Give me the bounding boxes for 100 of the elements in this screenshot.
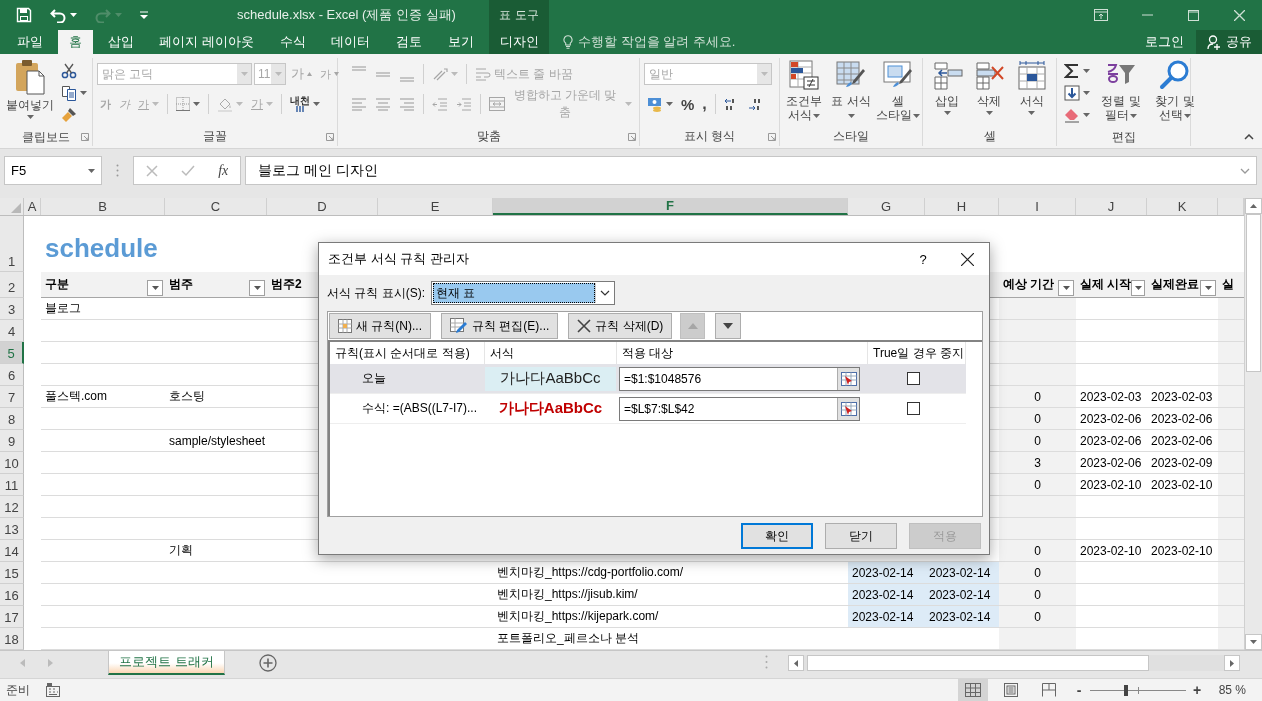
row-header[interactable]: 17 <box>0 606 24 628</box>
merge-cells-icon <box>489 97 505 111</box>
stop-if-true-checkbox[interactable] <box>906 372 920 385</box>
row-header[interactable]: 15 <box>0 562 24 584</box>
name-box[interactable]: F5 <box>4 156 102 185</box>
cell-styles-button[interactable]: 셀 스타일 <box>875 58 922 126</box>
rule-row[interactable]: 오늘 가나다AaBbCc =$1:$1048576 <box>330 364 966 394</box>
up-arrow-icon <box>307 72 312 76</box>
column-header[interactable]: J <box>1076 198 1147 215</box>
new-button[interactable]: 새 규칙(N)... <box>329 313 431 339</box>
zoom-level[interactable]: 85 % <box>1204 683 1246 697</box>
tell-me-field[interactable]: 수행할 작업을 알려 주세요. <box>549 30 736 54</box>
insert-cells-button[interactable]: 삽입 <box>929 58 966 126</box>
ribbon-tab[interactable]: 홈 <box>57 30 93 54</box>
column-header[interactable]: F <box>493 198 848 215</box>
delete-button[interactable]: 규칙 삭제(D) <box>568 313 673 339</box>
ribbon-tab[interactable]: 보기 <box>437 30 485 54</box>
scrollbar-thumb[interactable] <box>1246 214 1261 372</box>
column-header[interactable]: A <box>24 198 41 215</box>
rule-row[interactable]: 수식: =(ABS((L7-I7)... 가나다AaBbCc =$L$7:$L$42 <box>330 394 966 424</box>
zoom-in-button[interactable]: + <box>1190 682 1204 698</box>
row-header[interactable]: 14 <box>0 540 24 562</box>
row-header[interactable]: 4 <box>0 320 24 342</box>
column-header[interactable]: G <box>848 198 925 215</box>
share-button[interactable]: 공유 <box>1196 30 1262 54</box>
edit-button[interactable]: 규칙 편집(E)... <box>441 313 559 339</box>
table-cell: 2023-02-14 <box>925 606 999 628</box>
rule-scope-dropdown[interactable]: 현재 표 <box>431 281 615 305</box>
column-header[interactable]: D <box>267 198 378 215</box>
dialog-button[interactable]: 확인 <box>741 523 813 549</box>
scroll-down-button[interactable] <box>1245 634 1262 650</box>
row-header[interactable]: 9 <box>0 430 24 452</box>
ribbon-tab[interactable]: 파일 <box>6 30 54 54</box>
caret-icon <box>1130 114 1137 119</box>
filter-button[interactable] <box>249 279 265 296</box>
help-button[interactable]: ? <box>901 243 945 275</box>
zoom-out-button[interactable]: - <box>1072 682 1086 698</box>
ribbon-tab[interactable]: 삽입 <box>96 30 145 54</box>
column-header[interactable]: K <box>1147 198 1218 215</box>
scroll-right-button[interactable] <box>1224 655 1240 671</box>
row-header[interactable]: 16 <box>0 584 24 606</box>
insert-cells-icon <box>931 59 964 91</box>
undo-icon <box>50 7 66 23</box>
filter-button[interactable] <box>1131 279 1145 296</box>
row-header[interactable]: 6 <box>0 364 24 386</box>
row-header[interactable]: 8 <box>0 408 24 430</box>
sheet-tab[interactable]: 프로젝트 트래커 <box>108 651 225 675</box>
formula-field[interactable]: 블로그 메인 디자인 <box>245 156 1257 185</box>
down-button[interactable] <box>715 313 742 339</box>
ribbon-tab[interactable]: 페이지 레이아웃 <box>148 30 265 54</box>
zoom-slider[interactable] <box>1090 683 1186 697</box>
find-select-button[interactable]: 찾기 및 선택 <box>1149 58 1201 128</box>
insert-function-button[interactable]: fx <box>218 162 229 179</box>
row-header[interactable]: 10 <box>0 452 24 474</box>
format-cells-button[interactable]: 서식 <box>1013 58 1050 126</box>
row-header[interactable]: 11 <box>0 474 24 496</box>
ribbon-tab[interactable]: 수식 <box>268 30 317 54</box>
filter-button[interactable] <box>1200 279 1216 296</box>
row-header[interactable]: 2 <box>0 272 24 298</box>
row-header[interactable]: 13 <box>0 518 24 540</box>
filter-button[interactable] <box>1058 279 1074 296</box>
view-button[interactable] <box>958 679 988 701</box>
range-picker-button[interactable] <box>837 367 859 390</box>
format-as-table-button[interactable]: 표 서식 <box>828 58 874 126</box>
close-icon <box>960 252 974 266</box>
column-header[interactable]: B <box>41 198 165 215</box>
dialog-button[interactable]: 닫기 <box>825 523 897 549</box>
caret-icon <box>451 72 458 76</box>
conditional-formatting-button[interactable]: 조건부 서식 <box>780 58 827 126</box>
row-header[interactable]: 5 <box>0 342 24 364</box>
row-header[interactable]: 12 <box>0 496 24 518</box>
stop-if-true-checkbox[interactable] <box>906 402 920 415</box>
sort-filter-button[interactable]: 정렬 및 필터 <box>1095 58 1147 128</box>
column-header[interactable]: I <box>999 198 1076 215</box>
align-left-icon <box>351 97 367 111</box>
ribbon-tab[interactable]: 데이터 <box>320 30 382 54</box>
ribbon-tab[interactable]: 디자인 <box>489 30 549 54</box>
column-header[interactable]: H <box>925 198 999 215</box>
column-header[interactable]: C <box>165 198 267 215</box>
collapse-ribbon-button[interactable] <box>1244 134 1254 140</box>
scroll-left-button[interactable] <box>788 655 804 671</box>
login-link[interactable]: 로그인 <box>1133 30 1196 54</box>
column-title: 범주2 <box>271 276 302 293</box>
row-header[interactable]: 7 <box>0 386 24 408</box>
fill-button[interactable] <box>1061 82 1093 104</box>
ribbon-tab[interactable]: 검토 <box>385 30 434 54</box>
format-cells-icon <box>1015 59 1048 91</box>
row-header[interactable]: 1 <box>0 216 24 272</box>
applies-to-field[interactable]: =$1:$1048576 <box>619 366 860 391</box>
row-header[interactable]: 3 <box>0 298 24 320</box>
applies-to-field[interactable]: =$L$7:$L$42 <box>619 396 860 421</box>
paste-button[interactable]: 붙여넣기 <box>4 58 56 128</box>
row-header[interactable]: 18 <box>0 628 24 650</box>
scroll-up-button[interactable] <box>1245 198 1262 214</box>
range-picker-button[interactable] <box>837 397 859 420</box>
group-label: 셀 <box>983 127 996 145</box>
new-sheet-button[interactable] <box>257 651 279 675</box>
delete-cells-button[interactable]: 삭제 <box>971 58 1008 126</box>
filter-button[interactable] <box>147 279 163 296</box>
scrollbar-thumb[interactable] <box>807 655 1149 671</box>
